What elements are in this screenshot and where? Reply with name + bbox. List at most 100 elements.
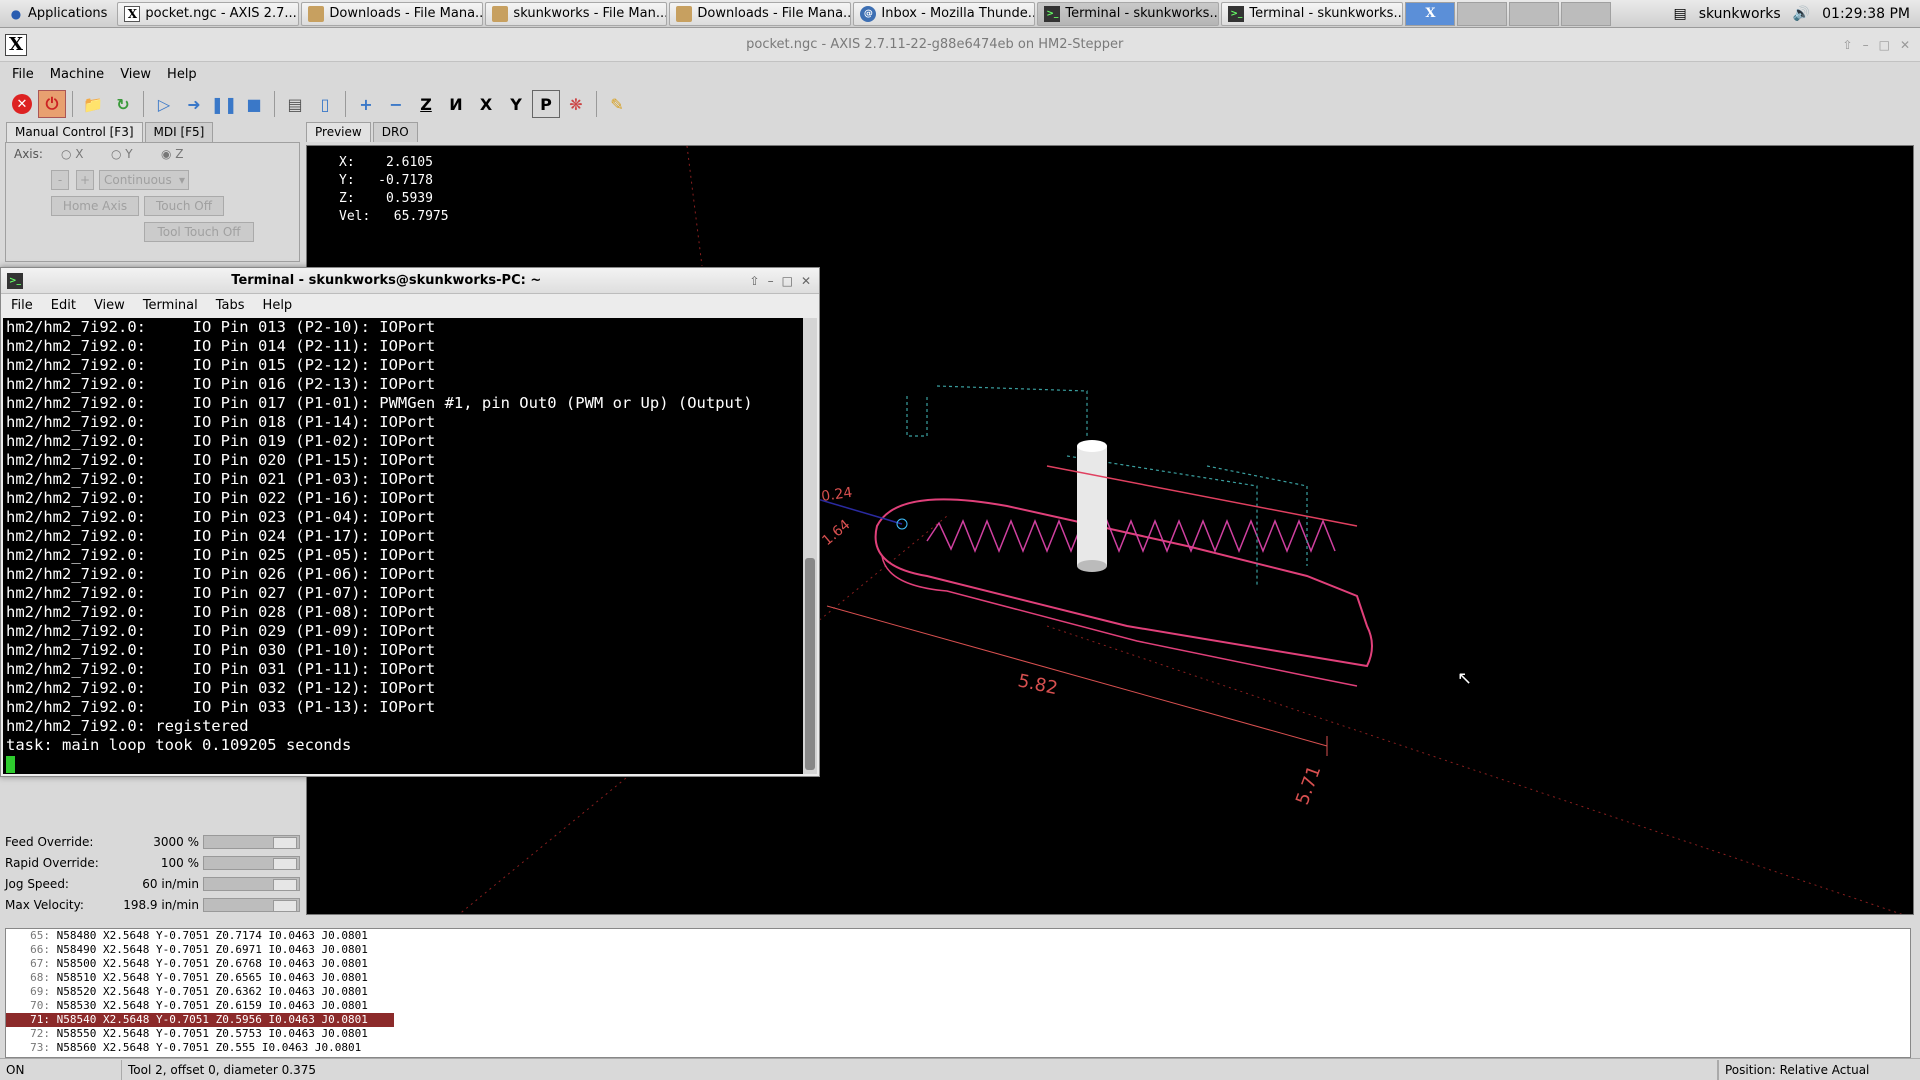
menu-help[interactable]: Help (167, 67, 197, 82)
gcode-line[interactable]: 72: N58550 X2.5648 Y-0.7051 Z0.5753 I0.0… (6, 1027, 1910, 1041)
workspace-3[interactable] (1509, 1, 1560, 26)
step-icon[interactable]: ➜ (180, 90, 208, 118)
tab-manual-control[interactable]: Manual Control [F3] (6, 122, 143, 142)
axis-label: Axis: (14, 147, 43, 161)
view-x-icon[interactable]: X (472, 90, 500, 118)
view-z2-icon[interactable]: И (442, 90, 470, 118)
zoom-out-icon[interactable]: − (382, 90, 410, 118)
gcode-line[interactable]: 68: N58510 X2.5648 Y-0.7051 Z0.6565 I0.0… (6, 971, 1910, 985)
view-z-icon[interactable]: Z (412, 90, 440, 118)
clear-plot-icon[interactable]: ✎ (603, 90, 631, 118)
open-file-icon[interactable]: 📁 (79, 90, 107, 118)
chevron-down-icon: ▾ (178, 173, 185, 187)
volume-icon[interactable]: 🔊 (1793, 6, 1810, 22)
zoom-in-icon[interactable]: + (352, 90, 380, 118)
terminal-line: hm2/hm2_7i92.0: IO Pin 030 (P1-10): IOPo… (6, 641, 436, 659)
terminal-line: hm2/hm2_7i92.0: IO Pin 024 (P1-17): IOPo… (6, 527, 436, 545)
touch-off-button[interactable]: Touch Off (144, 196, 224, 216)
pause-icon[interactable]: ❚❚ (210, 90, 238, 118)
network-icon[interactable]: ▤ (1673, 6, 1686, 22)
home-axis-button[interactable]: Home Axis (51, 196, 139, 216)
terminal-menu-help[interactable]: Help (263, 298, 293, 313)
terminal-line: hm2/hm2_7i92.0: IO Pin 032 (P1-12): IOPo… (6, 679, 436, 697)
tab-preview[interactable]: Preview (306, 122, 371, 142)
gcode-line[interactable]: 69: N58520 X2.5648 Y-0.7051 Z0.6362 I0.0… (6, 985, 1910, 999)
gcode-line[interactable]: 67: N58500 X2.5648 Y-0.7051 Z0.6768 I0.0… (6, 957, 1910, 971)
optional-stop-icon[interactable]: ▯ (311, 90, 339, 118)
close-icon[interactable]: ✕ (1900, 38, 1910, 52)
max-velocity-slider[interactable] (202, 898, 300, 912)
status-bar: ON Tool 2, offset 0, diameter 0.375 Posi… (0, 1058, 1920, 1080)
minimize-icon[interactable]: – (1863, 38, 1869, 52)
stop-icon[interactable]: ■ (240, 90, 268, 118)
power-icon[interactable]: ⏻ (38, 90, 66, 118)
shade-icon[interactable]: ⇧ (1843, 38, 1853, 52)
rotate-view-icon[interactable]: ❋ (562, 90, 590, 118)
rapid-override-slider[interactable] (202, 856, 300, 870)
clock[interactable]: 01:29:38 PM (1822, 6, 1910, 22)
gcode-line[interactable]: 66: N58490 X2.5648 Y-0.7051 Z0.6971 I0.0… (6, 943, 1910, 957)
gcode-line[interactable]: 70: N58530 X2.5648 Y-0.7051 Z0.6159 I0.0… (6, 999, 1910, 1013)
jog-minus-button[interactable]: - (51, 170, 69, 190)
gcode-line[interactable]: 73: N58560 X2.5648 Y-0.7051 Z0.555 I0.04… (6, 1041, 1910, 1055)
terminal-menu-terminal[interactable]: Terminal (143, 298, 198, 313)
gcode-listing[interactable]: 65: N58480 X2.5648 Y-0.7051 Z0.7174 I0.0… (5, 928, 1911, 1058)
taskbar-item-downloads[interactable]: Downloads - File Mana... (301, 1, 484, 26)
terminal-menu-edit[interactable]: Edit (51, 298, 76, 313)
menu-view[interactable]: View (120, 67, 151, 82)
shade-icon[interactable]: ⇧ (750, 274, 760, 288)
axis-toolbar: ✕ ⏻ 📁 ↻ ▷ ➜ ❚❚ ■ ▤ ▯ + − Z И X Y P ❋ ✎ (0, 86, 1920, 122)
gcode-line[interactable]: 65: N58480 X2.5648 Y-0.7051 Z0.7174 I0.0… (6, 929, 1910, 943)
close-icon[interactable]: ✕ (801, 274, 811, 288)
taskbar-item-downloads-2[interactable]: Downloads - File Mana... (669, 1, 852, 26)
workspace-4[interactable] (1561, 1, 1612, 26)
jog-plus-button[interactable]: + (76, 170, 94, 190)
maximize-icon[interactable]: □ (782, 274, 793, 288)
terminal-icon: >_ (1044, 5, 1061, 22)
taskbar-item-axis[interactable]: Xpocket.ngc - AXIS 2.7.... (117, 1, 300, 26)
menu-machine[interactable]: Machine (50, 67, 104, 82)
tab-mdi[interactable]: MDI [F5] (144, 122, 214, 142)
feed-override-slider[interactable] (202, 835, 300, 849)
terminal-line: hm2/hm2_7i92.0: IO Pin 029 (P1-09): IOPo… (6, 622, 436, 640)
terminal-line: hm2/hm2_7i92.0: IO Pin 025 (P1-05): IOPo… (6, 546, 436, 564)
axis-radio-z[interactable]: ◉ Z (161, 147, 184, 161)
view-y-icon[interactable]: Y (502, 90, 530, 118)
taskbar-item-thunderbird[interactable]: @ Inbox - Mozilla Thunde... (853, 1, 1036, 26)
reload-icon[interactable]: ↻ (109, 90, 137, 118)
mouse-cursor-icon: ↖ (1457, 668, 1473, 689)
axis-titlebar[interactable]: X pocket.ngc - AXIS 2.7.11-22-g88e6474eb… (0, 28, 1920, 62)
terminal-menu-file[interactable]: File (11, 298, 33, 313)
x-logo-icon[interactable]: X (5, 33, 27, 56)
taskbar-item-terminal-1[interactable]: >_ Terminal - skunkworks... (1037, 1, 1220, 26)
block-delete-icon[interactable]: ▤ (281, 90, 309, 118)
workspace-1[interactable]: X (1405, 1, 1456, 26)
applications-menu-button[interactable]: ● Applications (0, 1, 115, 27)
workspace-2[interactable] (1457, 1, 1508, 26)
axis-radio-y[interactable]: ○ Y (111, 147, 133, 161)
terminal-line: hm2/hm2_7i92.0: IO Pin 017 (P1-01): PWMG… (6, 394, 753, 412)
taskbar-item-terminal-2[interactable]: >_ Terminal - skunkworks... (1221, 1, 1404, 26)
terminal-titlebar[interactable]: >_ Terminal - skunkworks@skunkworks-PC: … (1, 268, 819, 294)
terminal-line: task: main loop took 0.109205 seconds (6, 736, 352, 754)
jog-mode-select[interactable]: Continuous ▾ (99, 170, 189, 190)
folder-icon (676, 5, 693, 22)
terminal-menu-view[interactable]: View (94, 298, 125, 313)
user-name[interactable]: skunkworks (1699, 6, 1781, 22)
jog-speed-slider[interactable] (202, 877, 300, 891)
terminal-menu-tabs[interactable]: Tabs (216, 298, 245, 313)
gcode-current-line[interactable]: 71: N58540 X2.5648 Y-0.7051 Z0.5956 I0.0… (6, 1013, 394, 1027)
view-p-icon[interactable]: P (532, 90, 560, 118)
minimize-icon[interactable]: – (768, 274, 774, 288)
maximize-icon[interactable]: □ (1879, 38, 1890, 52)
tab-dro[interactable]: DRO (372, 122, 418, 142)
terminal-output[interactable]: hm2/hm2_7i92.0: IO Pin 013 (P2-10): IOPo… (3, 318, 803, 774)
machine-state: ON (0, 1059, 122, 1080)
tool-touch-off-button[interactable]: Tool Touch Off (144, 222, 254, 242)
estop-icon[interactable]: ✕ (8, 90, 36, 118)
axis-radio-x[interactable]: ○ X (61, 147, 84, 161)
terminal-scrollbar[interactable] (803, 318, 817, 774)
taskbar-item-skunkworks-files[interactable]: skunkworks - File Man... (485, 1, 668, 26)
menu-file[interactable]: File (12, 67, 34, 82)
run-icon[interactable]: ▷ (150, 90, 178, 118)
